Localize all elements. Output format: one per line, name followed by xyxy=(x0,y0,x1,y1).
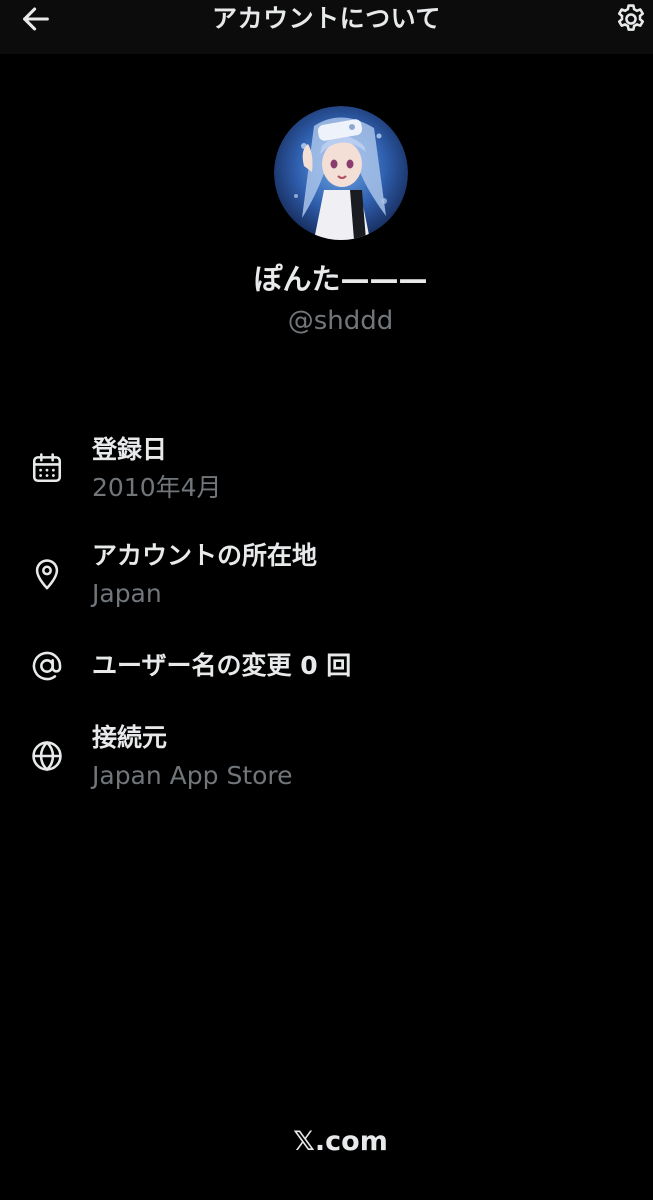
settings-button[interactable] xyxy=(609,0,653,38)
x-com-link[interactable]: 𝕏.com xyxy=(0,1122,653,1162)
page-title: アカウントについて xyxy=(212,4,441,33)
info-row-location: アカウントの所在地 Japan xyxy=(0,536,653,612)
info-row-joined: 登録日 2010年4月 xyxy=(0,430,653,506)
globe-icon xyxy=(28,737,66,775)
avatar[interactable] xyxy=(274,106,408,240)
connected-via-label: 接続元 xyxy=(92,723,168,752)
calendar-icon xyxy=(28,449,66,487)
location-value: Japan xyxy=(92,579,162,608)
display-name: ぽんた——— xyxy=(253,262,428,296)
gear-icon xyxy=(617,4,645,31)
location-pin-icon xyxy=(28,555,66,593)
info-row-username-changes: ユーザー名の変更 0 回 xyxy=(0,644,653,688)
top-bar: アカウントについて xyxy=(0,0,653,54)
joined-label: 登録日 xyxy=(92,435,168,464)
location-label: アカウントの所在地 xyxy=(92,541,318,570)
avatar-image xyxy=(274,106,408,240)
connected-via-value: Japan App Store xyxy=(92,761,293,790)
username-changes-label: ユーザー名の変更 0 回 xyxy=(92,651,352,680)
joined-value: 2010年4月 xyxy=(92,473,222,502)
info-row-connected-via: 接続元 Japan App Store xyxy=(0,718,653,794)
at-sign-icon xyxy=(28,647,66,685)
username-handle: @shddd xyxy=(287,306,394,336)
